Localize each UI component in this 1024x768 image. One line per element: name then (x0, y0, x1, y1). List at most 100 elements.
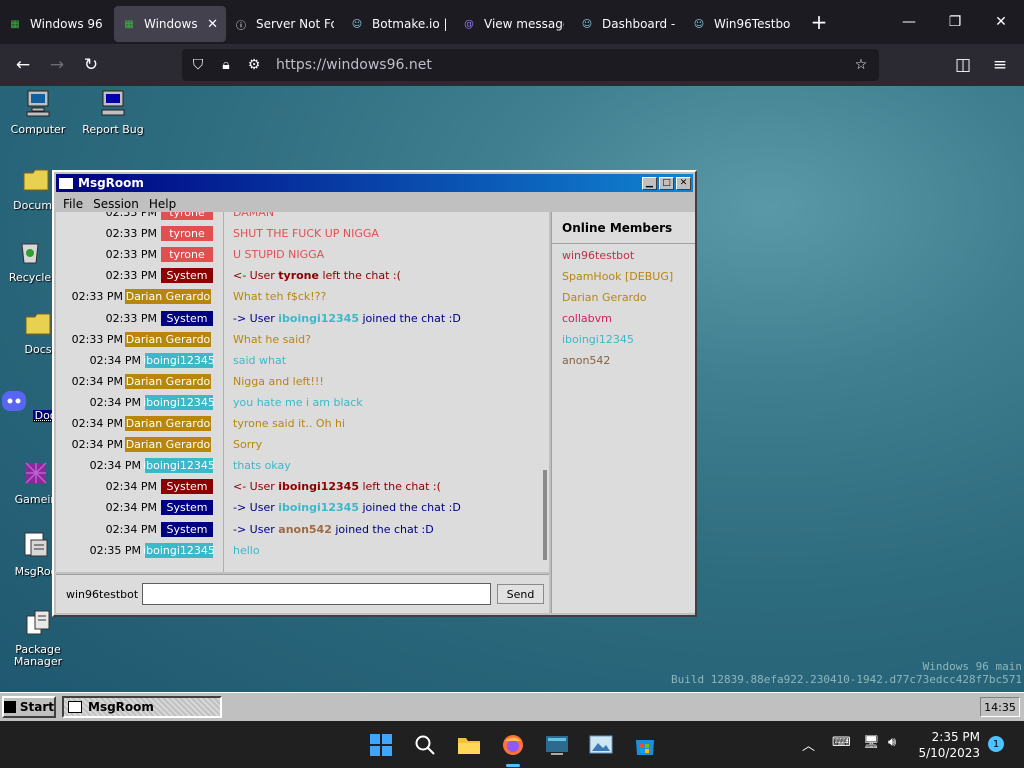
pocket-icon[interactable]: ◫ (946, 50, 980, 80)
notification-badge[interactable]: 1 (988, 736, 1004, 752)
message-input-bar: win96testbot Send (56, 574, 549, 613)
desktop-icon-package-manager[interactable]: Package Manager (1, 608, 75, 668)
message-user-badge[interactable]: System (161, 268, 213, 284)
message-user-badge[interactable]: tyrone (161, 247, 213, 263)
message-user-badge[interactable]: Darian Gerardo (125, 289, 211, 305)
minimize-window-button[interactable]: — (886, 8, 932, 36)
firefox-icon[interactable] (498, 730, 528, 760)
message-text: DAMAN (233, 212, 275, 219)
desktop-icon-report-bug[interactable]: Report Bug (76, 88, 150, 136)
lock-icon[interactable]: 🔒︎ (214, 57, 238, 73)
chat-scrollbar[interactable] (543, 470, 547, 560)
msgroom-icon (24, 532, 48, 557)
online-member[interactable]: SpamHook [DEBUG] (552, 267, 695, 288)
browser-tab[interactable]: ☺ Botmake.io | (342, 6, 454, 42)
url-bar[interactable]: ⛉ 🔒︎ ⚙ https://windows96.net ☆ (182, 49, 879, 81)
browser-tab[interactable]: ▦ Windows 9 ✕ (114, 6, 226, 42)
message-user-badge[interactable]: Darian Gerardo (125, 437, 211, 453)
reload-button[interactable]: ↻ (74, 50, 108, 80)
message-input[interactable] (142, 583, 491, 605)
url-text[interactable]: https://windows96.net (276, 57, 432, 73)
chat-log[interactable]: 02:33 PM tyrone DAMAN 02:33 PM tyrone SHUT TH… (56, 212, 549, 572)
system-message-prefix: -> User (233, 311, 279, 325)
search-icon[interactable] (410, 730, 440, 760)
desktop-icon-computer[interactable]: Computer (1, 88, 75, 136)
send-button[interactable]: Send (497, 584, 544, 604)
system-clock[interactable]: 2:35 PM 5/10/2023 (918, 729, 980, 761)
message-text: hello (233, 543, 260, 557)
browser-tab[interactable]: ⓘ Server Not Fo (226, 6, 342, 42)
msgroom-titlebar[interactable]: MsgRoom ▁ □ ✕ (56, 174, 693, 192)
close-tab-icon[interactable]: ✕ (207, 17, 218, 32)
browser-tab[interactable]: @ View message (454, 6, 572, 42)
chat-message-row: 02:34 PM System -> User anon542 joined the… (56, 519, 546, 540)
message-user-badge[interactable]: iboingi12345 (143, 542, 215, 558)
message-user-badge[interactable]: Darian Gerardo (125, 331, 211, 347)
system-message-suffix: joined the chat :D (358, 501, 461, 515)
menu-help[interactable]: Help (144, 197, 181, 211)
menu-session[interactable]: Session (88, 197, 144, 211)
shield-icon[interactable]: ⛉ (186, 57, 210, 73)
message-user-badge[interactable]: iboingi12345 (143, 458, 215, 474)
message-user-badge[interactable]: System (161, 500, 213, 516)
browser-tab[interactable]: ▦ Windows 96 (0, 6, 114, 42)
menu-file[interactable]: File (58, 197, 88, 211)
windows-start-icon[interactable] (366, 730, 396, 760)
volume-icon[interactable]: 🔊︎ (888, 735, 896, 750)
chevron-up-icon[interactable]: ︿ (802, 735, 815, 754)
online-member[interactable]: iboingi12345 (552, 330, 695, 351)
permissions-icon[interactable]: ⚙ (242, 57, 266, 73)
tab-label: View message (484, 17, 564, 31)
forward-button[interactable]: → (40, 50, 74, 80)
app-icon-photos[interactable] (586, 730, 616, 760)
message-user-badge[interactable]: System (161, 310, 213, 326)
chat-message-row: 02:34 PM Darian Gerardo Nigga and left!!! (56, 371, 546, 392)
restore-window-button[interactable]: ❐ (932, 8, 978, 36)
microsoft-store-icon[interactable] (630, 730, 660, 760)
message-time: 02:34 PM (71, 417, 123, 430)
msgroom-window-icon (68, 701, 82, 713)
menu-icon[interactable]: ≡ (983, 50, 1017, 80)
message-user-badge[interactable]: System (161, 521, 213, 537)
system-message-username: iboingi12345 (278, 501, 359, 515)
keyboard-icon[interactable]: ⌨ (832, 735, 851, 750)
message-text: <- User iboingi12345 left the chat :( (233, 480, 441, 493)
message-user-badge[interactable]: System (161, 479, 213, 495)
maximize-button[interactable]: □ (659, 176, 674, 190)
browser-tab[interactable]: ☺ Win96Testbot (684, 6, 798, 42)
close-window-button[interactable]: ✕ (978, 8, 1024, 36)
start-button[interactable]: Start (2, 696, 56, 718)
close-button[interactable]: ✕ (676, 176, 691, 190)
online-member[interactable]: collabvm (552, 309, 695, 330)
message-user-badge[interactable]: Darian Gerardo (125, 416, 211, 431)
bot-icon: ☺ (693, 18, 705, 30)
browser-tab-bar: ▦ Windows 96 ▦ Windows 9 ✕ ⓘ Server Not Fo ☺ Bot… (0, 0, 1024, 44)
message-user-badge[interactable]: tyrone (161, 212, 213, 220)
window-title: MsgRoom (78, 176, 144, 190)
online-member[interactable]: anon542 (552, 351, 695, 372)
taskbar-item-msgroom[interactable]: MsgRoom (62, 696, 222, 718)
message-user-badge[interactable]: iboingi12345 (143, 352, 215, 368)
new-tab-button[interactable]: + (804, 7, 834, 37)
back-button[interactable]: ← (6, 50, 40, 80)
system-message-suffix: joined the chat :D (358, 311, 461, 325)
network-icon[interactable]: 🖥︎ (863, 735, 880, 750)
message-user-badge[interactable]: iboingi12345 (143, 394, 215, 410)
message-time: 02:33 PM (71, 290, 123, 304)
message-user-badge[interactable]: tyrone (161, 226, 213, 242)
bookmark-star-icon[interactable]: ☆ (849, 57, 873, 73)
file-explorer-icon[interactable] (454, 730, 484, 760)
system-message-username: tyrone (278, 269, 319, 283)
app-icon-terminal[interactable] (542, 730, 572, 760)
message-text: U STUPID NIGGA (233, 248, 325, 262)
message-user-badge[interactable]: Darian Gerardo (125, 373, 211, 389)
online-member[interactable]: win96testbot (552, 246, 695, 267)
minimize-button[interactable]: ▁ (642, 176, 657, 190)
browser-tab[interactable]: ☺ Dashboard - I (572, 6, 684, 42)
message-time: 02:35 PM (89, 543, 141, 557)
online-member[interactable]: Darian Gerardo (552, 288, 695, 309)
report-bug-icon (101, 90, 125, 116)
bot-icon: ☺ (351, 18, 363, 30)
build-line-2: Build 12839.88efa922.230410-1942.d77c73e… (671, 673, 1022, 687)
tab-label: Windows 96 (30, 17, 103, 31)
